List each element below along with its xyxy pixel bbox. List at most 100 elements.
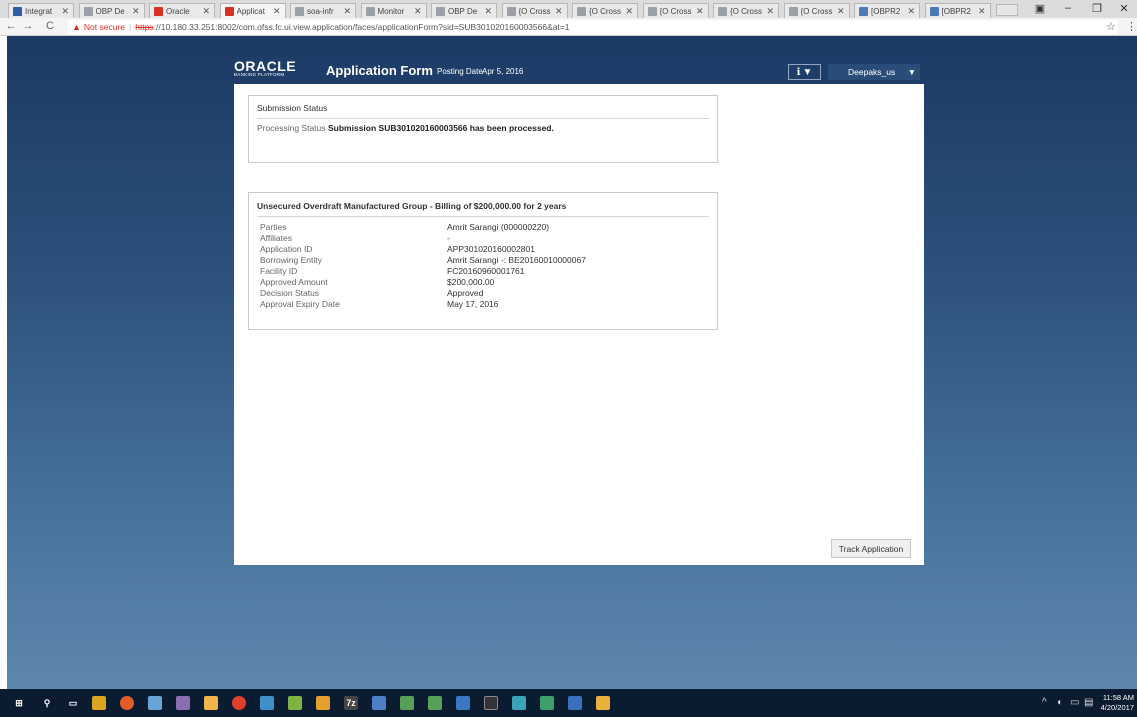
clock-date: 4/20/2017 [1100, 703, 1134, 712]
processing-status-message: Submission SUB301020160003566 has been p… [328, 123, 554, 133]
windows-start-icon[interactable]: ⊞ [12, 696, 26, 710]
reload-icon[interactable]: C [44, 20, 56, 32]
browser-tab[interactable]: OBP De ✕ [431, 3, 497, 18]
browser-menu-icon[interactable]: ⋮ [1126, 20, 1137, 33]
close-tab-icon[interactable]: ✕ [414, 6, 422, 17]
close-tab-icon[interactable]: ✕ [555, 6, 563, 17]
file-explorer-icon[interactable] [92, 696, 106, 710]
close-tab-icon[interactable]: ✕ [696, 6, 704, 17]
user-menu-button[interactable]: Deepaks_us ▼ [828, 64, 920, 80]
close-tab-icon[interactable]: ✕ [978, 6, 986, 17]
tray-chevron-icon[interactable]: ^ [1042, 697, 1047, 708]
7zip-icon[interactable]: 7z [344, 696, 358, 710]
terminal-icon[interactable] [484, 696, 498, 710]
browser-tab[interactable]: Oracle ✕ [149, 3, 215, 18]
app-icon[interactable] [428, 696, 442, 710]
close-tab-icon[interactable]: ✕ [766, 6, 774, 17]
app-icon[interactable] [232, 696, 246, 710]
track-application-button[interactable]: Track Application [831, 539, 911, 558]
browser-tab[interactable]: [OBPR2 ✕ [924, 3, 991, 18]
task-view-icon[interactable]: ▭ [66, 696, 80, 710]
detail-value: - [447, 233, 450, 243]
browser-tab[interactable]: [OBPR2 ✕ [854, 3, 920, 18]
close-tab-icon[interactable]: ✕ [132, 6, 140, 17]
close-tab-icon[interactable]: ✕ [202, 6, 210, 17]
app-icon[interactable] [568, 696, 582, 710]
submission-status-title: Submission Status [257, 103, 328, 113]
close-tab-icon[interactable]: ✕ [484, 6, 492, 17]
taskbar-clock[interactable]: 11:58 AM 4/20/2017 [1096, 693, 1134, 713]
app-icon[interactable] [260, 696, 274, 710]
detail-value: $200,000.00 [447, 277, 495, 287]
info-menu-button[interactable]: ℹ︎ ▼ [788, 64, 821, 80]
notifications-icon[interactable]: ▤ [1084, 697, 1093, 708]
back-icon[interactable]: ← [5, 20, 17, 32]
app-icon[interactable] [400, 696, 414, 710]
oracle-icon [224, 6, 234, 16]
tab-label: {O Cross R [589, 6, 623, 16]
browser-tab-strip: ▣ – ❐ ✕ Integrat ✕ OBP De ✕ Oracle ✕ Applicat ✕… [0, 0, 1137, 18]
detail-label: Affiliates [260, 233, 292, 243]
close-tab-icon[interactable]: ✕ [343, 6, 351, 17]
browser-tab[interactable]: soa-infr ✕ [290, 3, 356, 18]
page-icon [365, 6, 375, 16]
json-icon [718, 6, 727, 16]
award-icon [929, 6, 939, 16]
page-icon [295, 6, 304, 16]
detail-value: APP301020160002801 [447, 244, 535, 254]
url-scheme: https [135, 22, 154, 32]
app-icon[interactable] [176, 696, 190, 710]
app-icon[interactable] [316, 696, 330, 710]
volume-icon[interactable]: ◖ [1056, 697, 1062, 708]
browser-tab[interactable]: Monitor ✕ [360, 3, 427, 18]
app-icon[interactable] [540, 696, 554, 710]
app-icon[interactable] [204, 696, 218, 710]
close-tab-icon[interactable]: ✕ [61, 6, 69, 17]
close-tab-icon[interactable]: ✕ [907, 6, 915, 17]
browser-tab[interactable]: Applicat ✕ [219, 3, 286, 18]
detail-label: Approval Expiry Date [260, 299, 340, 309]
processing-status-label: Processing Status [257, 123, 326, 133]
notepad-icon[interactable] [288, 696, 302, 710]
award-icon [859, 6, 868, 16]
json-icon [788, 6, 798, 16]
app-icon[interactable] [148, 696, 162, 710]
tab-label: {O Cross R [800, 6, 835, 16]
browser-tab[interactable]: {O Cross R✕ [501, 3, 568, 18]
maximize-icon[interactable]: ❐ [1087, 2, 1107, 15]
tab-label: Oracle [166, 6, 190, 16]
detail-value: May 17, 2016 [447, 299, 499, 309]
detail-value: FC20160960001761 [447, 266, 525, 276]
new-tab-button[interactable] [996, 4, 1018, 16]
browser-tab[interactable]: {O Cross R✕ [572, 3, 638, 18]
close-tab-icon[interactable]: ✕ [837, 6, 845, 17]
browser-tab[interactable]: Integrat ✕ [8, 3, 74, 18]
bookmark-star-icon[interactable]: ☆ [1106, 20, 1116, 33]
chrome-icon[interactable] [120, 696, 134, 710]
search-icon[interactable]: ⚲ [40, 696, 54, 710]
network-icon[interactable] [456, 696, 470, 710]
close-tab-icon[interactable]: ✕ [625, 6, 633, 17]
browser-tab[interactable]: OBP De ✕ [78, 3, 145, 18]
clock-time: 11:58 AM [1102, 693, 1134, 702]
tab-label: soa-infr [307, 6, 334, 16]
app-icon[interactable] [596, 696, 610, 710]
close-tab-icon[interactable]: ✕ [273, 6, 281, 17]
forward-icon[interactable]: → [22, 20, 34, 32]
browser-tab[interactable]: {O Cross R✕ [642, 3, 709, 18]
app-header: ORACLE BANKING PLATFORM Application Form… [234, 57, 924, 84]
close-window-icon[interactable]: ✕ [1114, 2, 1134, 15]
submission-status-box: Submission Status Processing Status Subm… [248, 95, 718, 163]
page-icon [436, 6, 445, 16]
browser-tab[interactable]: {O Cross R✕ [713, 3, 779, 18]
profile-icon[interactable]: ▣ [1030, 2, 1050, 15]
main-panel: Submission Status Processing Status Subm… [234, 84, 924, 565]
minimize-icon[interactable]: – [1058, 2, 1078, 14]
tab-label: Integrat [25, 6, 53, 16]
browser-tab[interactable]: {O Cross R✕ [783, 3, 850, 18]
app-icon[interactable] [372, 696, 386, 710]
url-field[interactable]: ▲ Not secure | https ://10.180.33.251:80… [68, 20, 1118, 34]
divider [257, 216, 709, 217]
app-icon[interactable] [512, 696, 526, 710]
network-tray-icon[interactable]: ▭ [1070, 697, 1079, 708]
